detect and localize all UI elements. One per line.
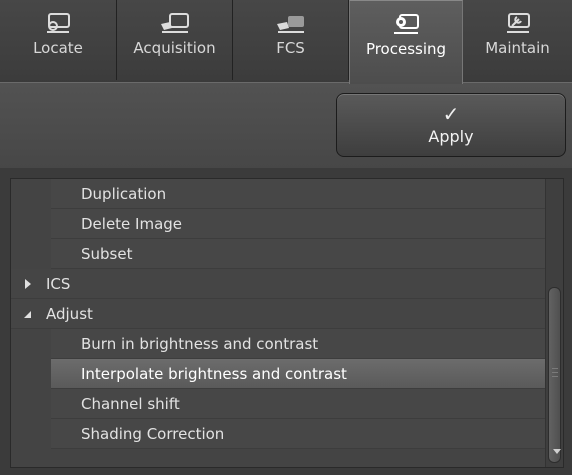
- tab-label: Processing: [365, 40, 447, 58]
- tab-label: FCS: [276, 39, 305, 57]
- tree-group-adjust[interactable]: Adjust: [11, 299, 547, 329]
- tab-fcs[interactable]: FCS: [233, 0, 349, 80]
- collapse-arrow-icon[interactable]: [24, 311, 31, 318]
- scrollbar-thumb[interactable]: [548, 287, 561, 463]
- tree-item-label: Duplication: [81, 185, 167, 203]
- tree-item-label: Interpolate brightness and contrast: [81, 365, 347, 383]
- tree-item-delete-image[interactable]: Delete Image: [11, 209, 547, 239]
- tree-item-duplication[interactable]: Duplication: [11, 179, 547, 209]
- method-tree: Duplication Delete Image Subset ICS Adju…: [10, 178, 564, 468]
- maintain-icon: [506, 13, 530, 33]
- tree-item-label: Burn in brightness and contrast: [81, 335, 319, 353]
- scroll-down-arrow-icon[interactable]: [553, 449, 561, 454]
- tab-locate[interactable]: Locate: [0, 0, 117, 80]
- tree-item-label: Shading Correction: [81, 425, 225, 443]
- tree-group-label: ICS: [46, 275, 71, 293]
- tree-item-subset[interactable]: Subset: [11, 239, 547, 269]
- tab-bar: Locate Acquisition FCS Processing Mainta…: [0, 0, 572, 84]
- acquisition-icon: [160, 13, 189, 33]
- tree-item-label: Subset: [81, 245, 133, 263]
- apply-label: Apply: [428, 126, 474, 146]
- checkmark-icon: ✓: [442, 101, 460, 126]
- vertical-scrollbar[interactable]: [545, 179, 563, 467]
- tab-processing[interactable]: Processing: [349, 0, 463, 84]
- tree-item-interpolate[interactable]: Interpolate brightness and contrast: [11, 359, 547, 389]
- tree-panel: Duplication Delete Image Subset ICS Adju…: [0, 168, 572, 475]
- tree-item-channel-shift[interactable]: Channel shift: [11, 389, 547, 419]
- toolbar: ✓ Apply: [0, 82, 572, 168]
- tree-item-label: Channel shift: [81, 395, 180, 413]
- tree-item-shading-correction[interactable]: Shading Correction: [11, 419, 547, 449]
- fcs-icon: [276, 16, 304, 33]
- tree-item-label: Delete Image: [81, 215, 183, 233]
- tab-label: Locate: [33, 39, 83, 57]
- tab-label: Acquisition: [133, 39, 216, 57]
- processing-icon: [394, 14, 419, 34]
- tab-label: Maintain: [485, 39, 550, 57]
- tab-acquisition[interactable]: Acquisition: [117, 0, 233, 80]
- expand-arrow-icon[interactable]: [25, 279, 31, 289]
- tree-group-ics[interactable]: ICS: [11, 269, 547, 299]
- tab-maintain[interactable]: Maintain: [463, 0, 572, 80]
- tree-item-burn-in[interactable]: Burn in brightness and contrast: [11, 329, 547, 359]
- locate-icon: [47, 13, 70, 33]
- tree-group-label: Adjust: [46, 305, 93, 323]
- apply-button[interactable]: ✓ Apply: [336, 93, 566, 157]
